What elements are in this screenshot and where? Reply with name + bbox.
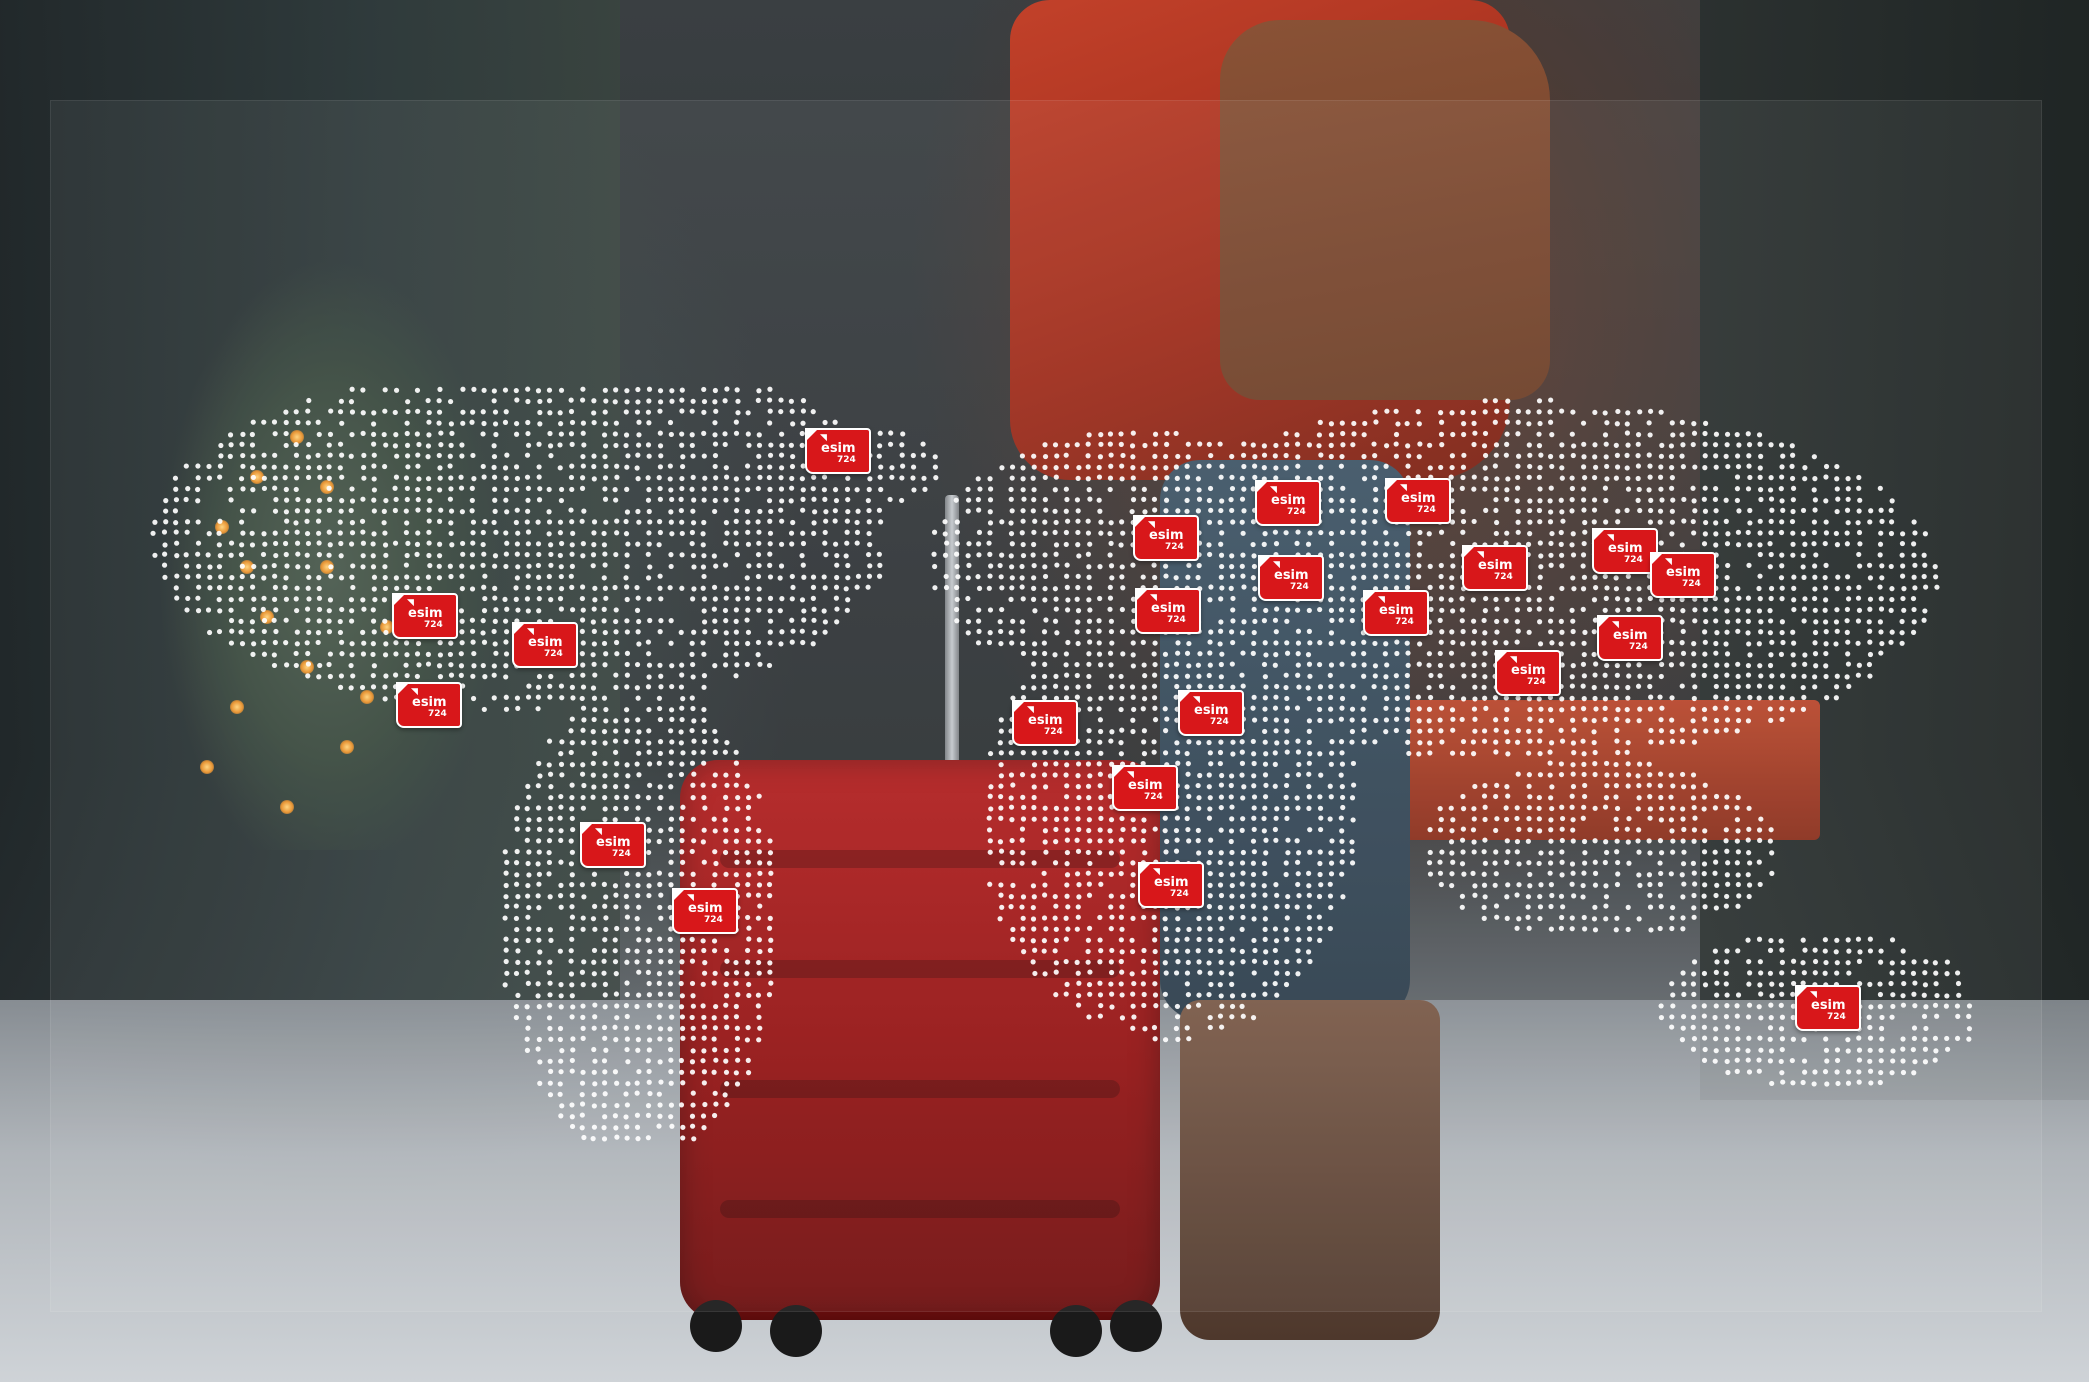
photo-scene: ◥ esim 724 ◥ esim 724 ◥ esim 724 ◥ esim 724 ◥ esim 724… (0, 0, 2089, 1382)
